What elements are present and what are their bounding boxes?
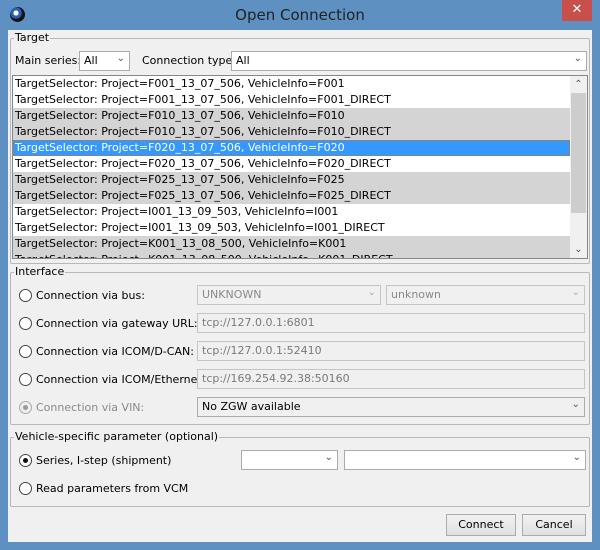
title-bar: Open Connection ✕: [0, 0, 600, 30]
gateway-label: Connection via gateway URL:: [36, 317, 198, 330]
list-item[interactable]: TargetSelector: Project=I001_13_09_503, …: [13, 220, 570, 236]
connection-type-select[interactable]: All ⌄: [231, 51, 587, 71]
target-list[interactable]: TargetSelector: Project=F001_13_07_506, …: [12, 75, 588, 259]
scroll-thumb[interactable]: [571, 93, 586, 213]
list-item[interactable]: TargetSelector: Project=F010_13_07_506, …: [13, 108, 570, 124]
list-item[interactable]: TargetSelector: Project=F025_13_07_506, …: [13, 172, 570, 188]
list-item[interactable]: TargetSelector: Project=F001_13_07_506, …: [13, 92, 570, 108]
connect-button[interactable]: Connect: [446, 514, 516, 536]
list-item[interactable]: TargetSelector: Project=F010_13_07_506, …: [13, 124, 570, 140]
dcan-radio[interactable]: [19, 345, 32, 358]
interface-legend: Interface: [14, 265, 66, 278]
chevron-down-icon: ⌄: [573, 53, 582, 64]
chevron-down-icon: ⌄: [367, 287, 376, 298]
list-item[interactable]: TargetSelector: Project=I001_13_09_503, …: [13, 204, 570, 220]
list-item[interactable]: TargetSelector: Project=K001_13_08_500, …: [13, 252, 570, 258]
series-select[interactable]: ⌄: [241, 450, 338, 470]
bus-sub-value: unknown: [391, 288, 441, 301]
ethernet-field[interactable]: tcp://169.254.92.38:50160: [197, 369, 585, 389]
bus-type-select[interactable]: UNKNOWN ⌄: [197, 285, 381, 305]
vcm-label: Read parameters from VCM: [36, 482, 189, 495]
vehicle-legend: Vehicle-specific parameter (optional): [14, 430, 220, 443]
dcan-field[interactable]: tcp://127.0.0.1:52410: [197, 341, 585, 361]
vin-radio[interactable]: [19, 401, 32, 414]
cancel-button[interactable]: Cancel: [522, 514, 586, 536]
gateway-radio[interactable]: [19, 317, 32, 330]
close-button[interactable]: ✕: [562, 0, 592, 21]
connection-type-label: Connection type:: [142, 54, 237, 67]
chevron-down-icon: ⌄: [571, 399, 580, 410]
connection-type-value: All: [236, 54, 250, 67]
close-icon: ✕: [571, 2, 583, 17]
chevron-up-icon: ⌃: [574, 79, 583, 90]
scroll-down-button[interactable]: ⌄: [570, 241, 587, 258]
chevron-down-icon: ⌄: [574, 244, 583, 255]
vin-value: No ZGW available: [202, 400, 301, 413]
list-item[interactable]: TargetSelector: Project=F025_13_07_506, …: [13, 188, 570, 204]
bus-sub-select[interactable]: unknown ⌄: [386, 285, 585, 305]
list-item[interactable]: TargetSelector: Project=F020_13_07_506, …: [13, 140, 570, 156]
list-item[interactable]: TargetSelector: Project=F020_13_07_506, …: [13, 156, 570, 172]
vin-label: Connection via VIN:: [36, 401, 145, 414]
ethernet-label: Connection via ICOM/Ethernet:: [36, 373, 206, 386]
vehicle-group: Vehicle-specific parameter (optional) Se…: [10, 430, 590, 507]
scroll-up-button[interactable]: ⌃: [570, 76, 587, 93]
list-item[interactable]: TargetSelector: Project=K001_13_08_500, …: [13, 236, 570, 252]
ethernet-radio[interactable]: [19, 373, 32, 386]
dcan-label: Connection via ICOM/D-CAN:: [36, 345, 194, 358]
series-label: Series, I-step (shipment): [36, 454, 172, 467]
main-series-label: Main series:: [15, 54, 82, 67]
bus-type-value: UNKNOWN: [202, 288, 262, 301]
gateway-url-field[interactable]: tcp://127.0.0.1:6801: [197, 313, 585, 333]
main-series-select[interactable]: All ⌄: [79, 51, 130, 71]
bus-radio[interactable]: [19, 289, 32, 302]
chevron-down-icon: ⌄: [571, 287, 580, 298]
series-radio[interactable]: [19, 454, 32, 467]
chevron-down-icon: ⌄: [116, 53, 125, 64]
interface-group: Interface Connection via bus: UNKNOWN ⌄ u…: [10, 265, 590, 425]
chevron-down-icon: ⌄: [572, 452, 581, 463]
scrollbar[interactable]: ⌃ ⌄: [570, 76, 587, 258]
target-legend: Target: [14, 31, 51, 44]
bus-label: Connection via bus:: [36, 289, 145, 302]
chevron-down-icon: ⌄: [324, 452, 333, 463]
vcm-radio[interactable]: [19, 482, 32, 495]
istep-select[interactable]: ⌄: [344, 450, 586, 470]
vin-select[interactable]: No ZGW available ⌄: [197, 397, 585, 417]
main-series-value: All: [84, 54, 98, 67]
window-title: Open Connection: [235, 6, 365, 24]
dialog-body: Target Main series: All ⌄ Connection type…: [8, 30, 592, 542]
list-item[interactable]: TargetSelector: Project=F001_13_07_506, …: [13, 76, 570, 92]
